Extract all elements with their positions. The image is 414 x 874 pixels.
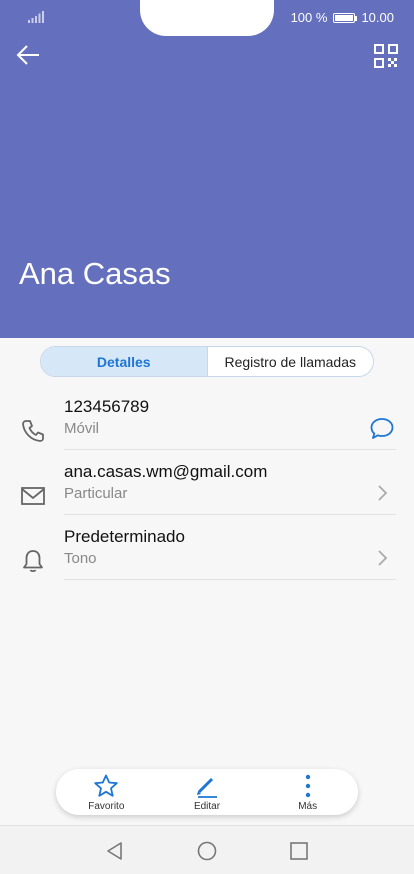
- ringtone-label: Tono: [64, 550, 97, 567]
- ringtone-name: Predeterminado: [64, 527, 185, 546]
- nav-recents-icon[interactable]: [288, 840, 310, 862]
- favorite-button[interactable]: Favorito: [56, 769, 157, 815]
- battery-percent: 100 %: [290, 10, 328, 25]
- star-icon: [94, 774, 119, 797]
- back-arrow-icon[interactable]: [14, 40, 44, 70]
- tab-call-log[interactable]: Registro de llamadas: [208, 347, 374, 376]
- divider: [64, 449, 396, 450]
- more-vertical-icon: [305, 774, 310, 798]
- bell-icon: [20, 548, 46, 574]
- ringtone-entry[interactable]: Predeterminado Tono: [0, 527, 414, 591]
- contact-header: 100 % 10.00 Ana Casas: [0, 0, 414, 338]
- phone-entry[interactable]: 123456789 Móvil: [0, 397, 414, 461]
- status-bar-right: 100 % 10.00: [291, 10, 394, 25]
- pencil-icon: [197, 777, 217, 798]
- mail-icon: [20, 483, 46, 509]
- qr-code-icon[interactable]: [372, 42, 400, 70]
- contact-name: Ana Casas: [19, 256, 171, 291]
- divider: [64, 514, 396, 515]
- signal-icon: [28, 10, 44, 28]
- system-nav-bar: [0, 825, 414, 874]
- chevron-right-icon[interactable]: [376, 549, 388, 567]
- bottom-action-bar: Favorito Editar Más: [56, 769, 358, 815]
- chevron-right-icon[interactable]: [376, 484, 388, 502]
- message-icon[interactable]: [368, 415, 396, 443]
- edit-label: Editar: [193, 801, 221, 812]
- email-entry[interactable]: ana.casas.wm@gmail.com Particular: [0, 462, 414, 526]
- favorite-label: Favorito: [88, 801, 125, 812]
- tab-bar: Detalles Registro de llamadas: [40, 346, 374, 377]
- camera-notch: [140, 0, 274, 36]
- email-address: ana.casas.wm@gmail.com: [64, 462, 268, 481]
- more-button[interactable]: Más: [257, 769, 358, 815]
- nav-back-icon[interactable]: [104, 840, 126, 862]
- edit-button[interactable]: Editar: [157, 769, 258, 815]
- divider: [64, 579, 396, 580]
- more-label: Más: [298, 801, 318, 812]
- battery-icon: [333, 12, 358, 23]
- email-type: Particular: [64, 485, 128, 502]
- phone-number: 123456789: [64, 397, 150, 416]
- nav-home-icon[interactable]: [196, 840, 218, 862]
- tab-details[interactable]: Detalles: [41, 347, 208, 376]
- clock: 10.00: [361, 10, 394, 25]
- phone-type: Móvil: [64, 420, 100, 437]
- phone-icon: [20, 418, 46, 444]
